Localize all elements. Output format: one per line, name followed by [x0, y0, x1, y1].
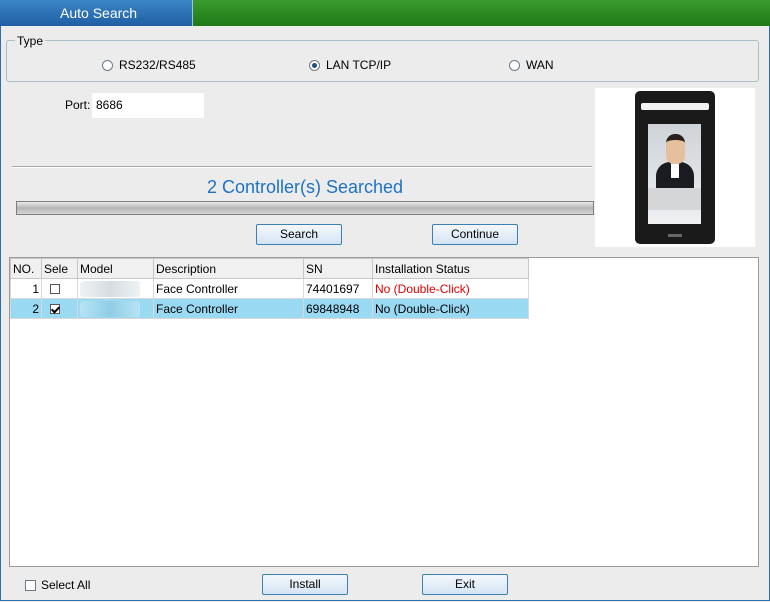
- progress-bar: [16, 201, 594, 215]
- checkbox-icon: [25, 579, 36, 591]
- col-header-model[interactable]: Model: [77, 258, 154, 279]
- radio-label: RS232/RS485: [119, 58, 196, 72]
- row-select-cell: [41, 298, 78, 319]
- tab-auto-search[interactable]: Auto Search: [0, 0, 193, 26]
- row-checkbox[interactable]: [50, 284, 60, 295]
- radio-wan[interactable]: WAN: [509, 58, 554, 72]
- port-label: Port:: [65, 98, 91, 112]
- progress-fill: [17, 202, 593, 214]
- row-installation-status[interactable]: No (Double-Click): [372, 278, 529, 299]
- blurred-model: [80, 280, 140, 297]
- install-button[interactable]: Install: [262, 574, 348, 595]
- title-bar: Auto Search: [0, 0, 770, 26]
- col-header-installation-status[interactable]: Installation Status: [372, 258, 529, 279]
- select-all-checkbox[interactable]: Select All: [25, 578, 90, 592]
- controllers-table: NO. Sele Model Description SN Installati…: [10, 258, 529, 319]
- col-header-sn[interactable]: SN: [303, 258, 373, 279]
- controllers-grid[interactable]: NO. Sele Model Description SN Installati…: [9, 257, 759, 567]
- row-model: [77, 278, 154, 299]
- separator: [12, 166, 592, 168]
- row-select-cell: [41, 278, 78, 299]
- row-checkbox-checked[interactable]: [50, 304, 60, 315]
- radio-circle-icon: [509, 59, 520, 71]
- row-sn: 74401697: [303, 278, 373, 299]
- radio-circle-icon: [102, 59, 113, 71]
- search-status-text: 2 Controller(s) Searched: [206, 177, 404, 197]
- col-header-no[interactable]: NO.: [10, 258, 42, 279]
- radio-rs232-rs485[interactable]: RS232/RS485: [102, 58, 196, 72]
- search-button[interactable]: Search: [256, 224, 342, 245]
- radio-selected-icon: [309, 59, 320, 71]
- select-all-label: Select All: [41, 578, 91, 592]
- row-description: Face Controller: [153, 278, 304, 299]
- blurred-model: [80, 300, 140, 317]
- row-no: 1: [10, 278, 42, 299]
- row-description: Face Controller: [153, 298, 304, 319]
- row-no: 2: [10, 298, 42, 319]
- face-terminal: [635, 91, 715, 244]
- exit-button[interactable]: Exit: [422, 574, 508, 595]
- row-installation-status[interactable]: No (Double-Click): [372, 298, 529, 319]
- row-sn: 69848948: [303, 298, 373, 319]
- row-model: [77, 298, 154, 319]
- radio-label: LAN TCP/IP: [326, 58, 392, 72]
- radio-label: WAN: [526, 58, 554, 72]
- port-input[interactable]: 8686: [92, 93, 204, 118]
- table-row[interactable]: 2 Face Controller 69848948 No (Double-Cl…: [10, 298, 529, 319]
- radio-lan-tcp-ip[interactable]: LAN TCP/IP: [309, 58, 391, 72]
- table-row[interactable]: 1 Face Controller 74401697 No (Double-Cl…: [10, 278, 529, 299]
- col-header-description[interactable]: Description: [153, 258, 304, 279]
- type-legend: Type: [15, 34, 46, 48]
- continue-button[interactable]: Continue: [432, 224, 518, 245]
- col-header-select[interactable]: Sele: [41, 258, 78, 279]
- device-image: [595, 88, 755, 247]
- table-header-row: NO. Sele Model Description SN Installati…: [10, 258, 529, 279]
